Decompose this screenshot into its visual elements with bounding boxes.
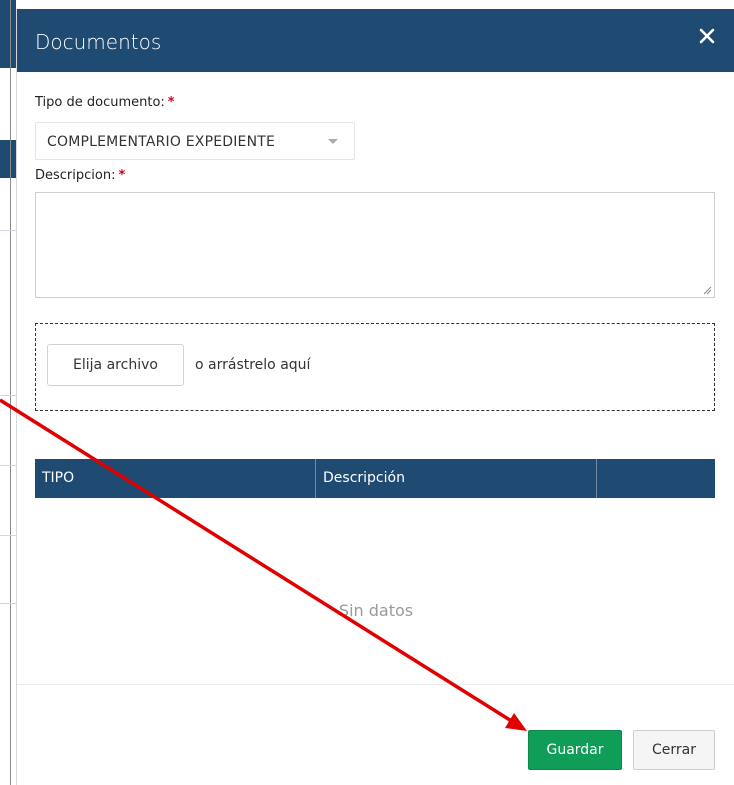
documentos-modal: Documentos Tipo de documento: * COMPLEMEN… [16, 9, 734, 785]
cancel-button[interactable]: Cerrar [633, 730, 715, 770]
descripcion-label-text: Descripcion: [35, 168, 116, 183]
background-divider [10, 0, 11, 785]
file-dropzone[interactable]: Elija archivo o arrástrelo aquí [35, 323, 715, 411]
column-header-tipo[interactable]: TIPO [35, 459, 316, 498]
documents-table-header: TIPO Descripción [35, 459, 715, 498]
close-icon[interactable] [695, 24, 719, 48]
tipo-documento-label: Tipo de documento: * [35, 95, 175, 110]
chevron-down-icon [328, 139, 338, 144]
footer-divider [17, 684, 734, 685]
choose-file-button[interactable]: Elija archivo [47, 344, 184, 386]
tipo-documento-value: COMPLEMENTARIO EXPEDIENTE [47, 134, 276, 150]
required-marker: * [167, 95, 175, 110]
background-divider [0, 535, 16, 536]
modal-title: Documentos [35, 30, 162, 54]
empty-table-message: Sin datos [338, 601, 414, 620]
background-header-strip [0, 0, 16, 68]
modal-header: Documentos [17, 9, 734, 72]
descripcion-textarea[interactable] [35, 192, 715, 298]
required-marker: * [118, 168, 126, 183]
resize-grip-icon[interactable] [703, 286, 712, 295]
column-header-descripcion[interactable]: Descripción [316, 459, 597, 498]
tipo-documento-label-text: Tipo de documento: [35, 95, 165, 110]
descripcion-label: Descripcion: * [35, 168, 125, 183]
background-nav-strip [0, 140, 16, 178]
background-divider [0, 230, 16, 231]
column-header-actions [597, 459, 715, 498]
tipo-documento-select[interactable]: COMPLEMENTARIO EXPEDIENTE [35, 122, 355, 160]
background-divider [0, 465, 16, 466]
background-divider [0, 395, 16, 396]
drop-hint-text: o arrástrelo aquí [195, 357, 311, 373]
background-divider [0, 603, 16, 604]
background-page-edge [0, 0, 16, 785]
save-button[interactable]: Guardar [528, 730, 622, 770]
